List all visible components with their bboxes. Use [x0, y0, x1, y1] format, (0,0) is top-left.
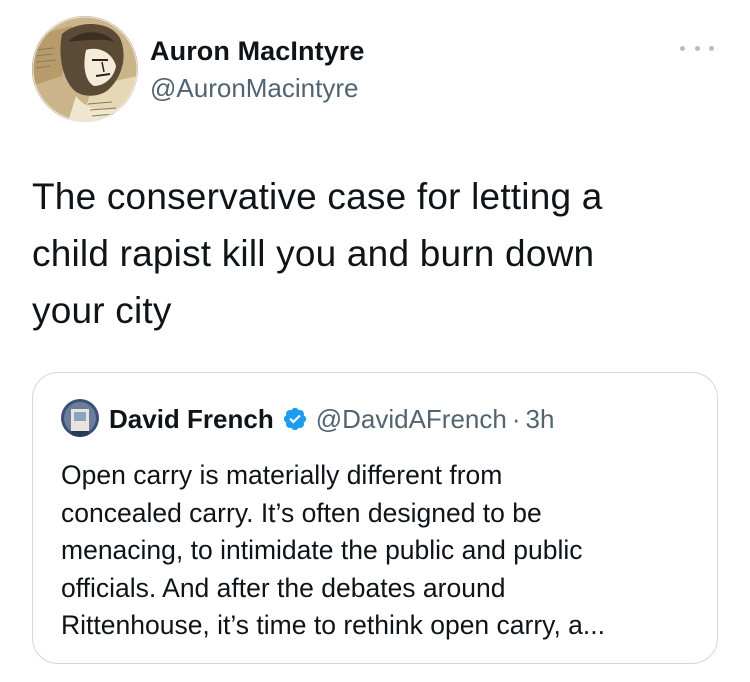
more-dot [694, 45, 700, 51]
author-handle[interactable]: @AuronMacintyre [150, 72, 358, 104]
quoted-tweet-time[interactable]: 3h [526, 404, 555, 435]
author-name[interactable]: Auron MacIntyre [150, 35, 365, 67]
tweet-text: The conservative case for letting a chil… [32, 176, 603, 331]
author-avatar[interactable] [32, 16, 138, 122]
quoted-tweet-card[interactable]: David French @DavidAFrench · 3h Open car… [32, 372, 718, 664]
quoted-tweet-text: Open carry is materially different from … [61, 460, 606, 640]
verified-badge-icon [283, 407, 306, 431]
more-dot [709, 45, 714, 51]
more-horizontal-icon[interactable] [678, 38, 716, 58]
more-dot [680, 45, 685, 51]
quoted-author-avatar[interactable] [61, 399, 99, 437]
separator-dot: · [511, 403, 521, 434]
quoted-tweet-header: David French @DavidAFrench · 3h [109, 401, 554, 437]
quoted-author-name[interactable]: David French [109, 404, 274, 435]
tweet: Auron MacIntyre @AuronMacintyre The cons… [0, 0, 750, 682]
quoted-author-handle[interactable]: @DavidAFrench [316, 404, 507, 435]
